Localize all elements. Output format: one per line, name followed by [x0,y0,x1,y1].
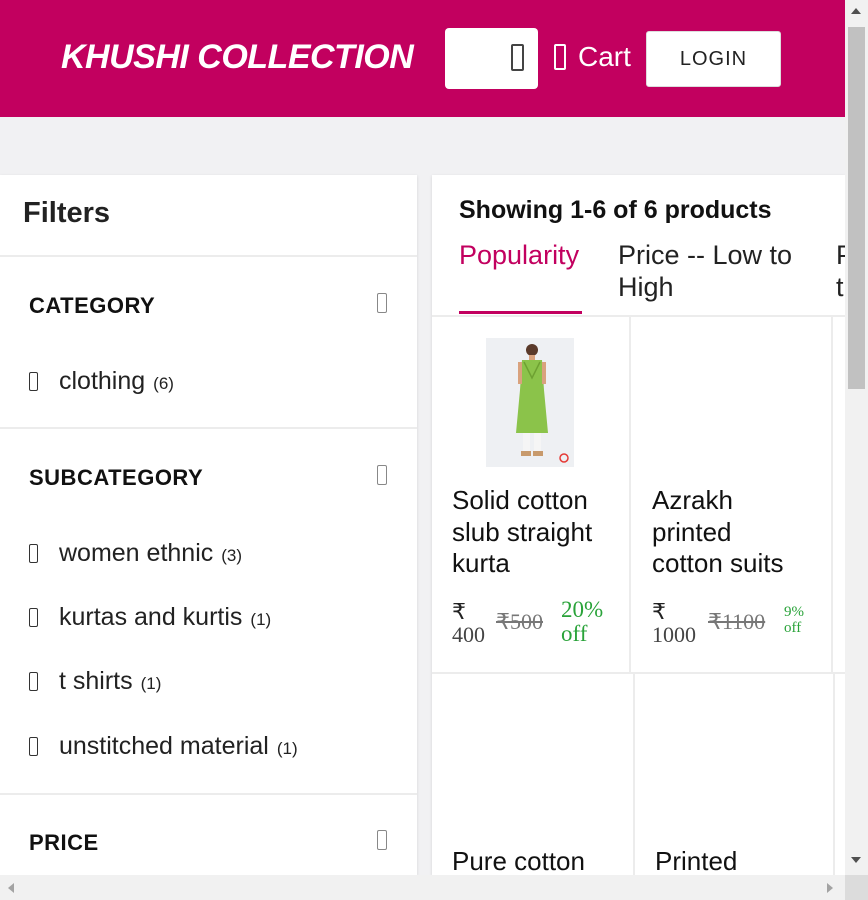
divider [0,793,417,795]
brand-logo[interactable]: KHUSHI COLLECTION [61,38,414,77]
scrollbar-thumb[interactable] [848,27,865,389]
price-row: ₹ 1000 ₹1100 9% off [631,595,831,655]
product-name-line: printed [652,516,732,547]
sort-tab-label-line2: High [618,272,674,302]
sort-tab-label-line2: t [836,272,844,302]
original-price: ₹500 [496,609,543,634]
search-icon[interactable] [511,44,524,71]
divider [833,674,835,875]
discount-line: off [784,619,802,636]
discount-line: 20% [561,597,604,622]
selling-price: 1000 [652,622,696,647]
discount-line: 9% [784,604,804,620]
product-name-line: Pure cotton [452,846,585,875]
price-row: ₹ 400 ₹500 20% off [432,595,629,655]
product-name[interactable]: Solid cotton slub straight kurta [452,485,592,580]
filter-option-kurtas-and-kurtis[interactable]: kurtas and kurtis (1) [29,603,271,632]
top-navbar: KHUSHI COLLECTION Cart LOGIN [0,0,845,117]
sort-tab-popularity[interactable]: Popularity [459,239,579,271]
active-tab-indicator [459,311,582,314]
product-name-line: Printed [655,846,738,875]
product-name[interactable]: Pure cotton [452,846,585,875]
subcategory-heading[interactable]: SUBCATEGORY [29,465,203,491]
checkbox[interactable] [29,672,38,691]
sort-tab-price-low-to-high[interactable]: Price -- Low to High [618,239,792,303]
option-label: clothing [59,367,146,395]
option-label: kurtas and kurtis [59,603,243,631]
scroll-down-arrow-icon[interactable] [851,857,861,863]
scroll-up-arrow-icon[interactable] [851,8,861,14]
product-card[interactable]: Printed [635,674,833,875]
discount-badge: 9% off [784,604,804,637]
sort-tab-label-line1: Price -- Low to [618,240,793,270]
sort-tab-price-high-to-low[interactable]: P t [836,239,845,303]
collapse-price-icon[interactable] [377,830,387,850]
price-heading[interactable]: PRICE [29,830,99,856]
divider [0,427,417,429]
option-count: (1) [250,610,272,629]
scroll-right-arrow-icon[interactable] [827,883,833,893]
checkbox[interactable] [29,372,38,391]
selling-price: 400 [452,622,485,647]
original-price: ₹1100 [708,609,766,634]
checkbox[interactable] [29,737,38,756]
product-image[interactable] [486,338,574,467]
product-card[interactable]: Pure cotton [432,674,633,875]
product-name-line: kurta [452,548,510,578]
discount-badge: 20% off [561,597,604,647]
option-count: (6) [153,374,174,393]
search-input[interactable] [445,28,538,89]
divider [831,317,833,673]
cart-link[interactable]: Cart [554,41,631,73]
option-label: unstitched material [59,732,269,760]
collapse-category-icon[interactable] [377,293,387,313]
sort-tab-label-line1: P [836,239,845,271]
page: KHUSHI COLLECTION Cart LOGIN Filters CAT… [0,0,845,875]
horizontal-scrollbar[interactable] [0,875,845,900]
category-heading[interactable]: CATEGORY [29,293,155,319]
option-count: (3) [221,546,243,565]
option-count: (1) [140,674,162,693]
products-panel: Showing 1-6 of 6 products Popularity Pri… [432,175,845,875]
collapse-subcategory-icon[interactable] [377,465,387,485]
option-count: (1) [276,739,298,758]
filter-option-clothing[interactable]: clothing (6) [29,367,174,396]
cart-icon [554,44,566,70]
product-image[interactable] [653,338,803,467]
product-name[interactable]: Printed [655,846,737,875]
cart-label: Cart [578,41,631,72]
option-label: women ethnic [59,539,214,567]
filters-panel: Filters CATEGORY clothing (6) SUBCATEGOR… [0,175,417,875]
product-name-line: Azrakh [652,485,733,515]
product-name[interactable]: Azrakh printed cotton suits [652,485,784,580]
scroll-left-arrow-icon[interactable] [8,883,14,893]
divider [0,255,417,257]
sort-tab-label: Popularity [459,240,580,270]
product-card[interactable]: Solid cotton slub straight kurta ₹ 400 ₹… [432,317,629,672]
filter-option-women-ethnic[interactable]: women ethnic (3) [29,539,242,568]
filter-option-unstitched-material[interactable]: unstitched material (1) [29,732,298,761]
results-count: Showing 1-6 of 6 products [459,196,772,224]
discount-line: off [561,621,588,647]
product-name-line: Solid cotton [452,485,588,515]
checkbox[interactable] [29,544,38,563]
filters-title: Filters [23,197,111,229]
product-name-line: slub straight [452,516,593,547]
checkbox[interactable] [29,608,38,627]
product-card[interactable]: Azrakh printed cotton suits ₹ 1000 ₹1100… [631,317,831,672]
login-button[interactable]: LOGIN [646,31,781,87]
option-label: t shirts [59,667,133,695]
filter-option-t-shirts[interactable]: t shirts (1) [29,667,161,696]
scrollbar-corner [845,875,868,900]
product-name-line: cotton suits [652,548,784,578]
